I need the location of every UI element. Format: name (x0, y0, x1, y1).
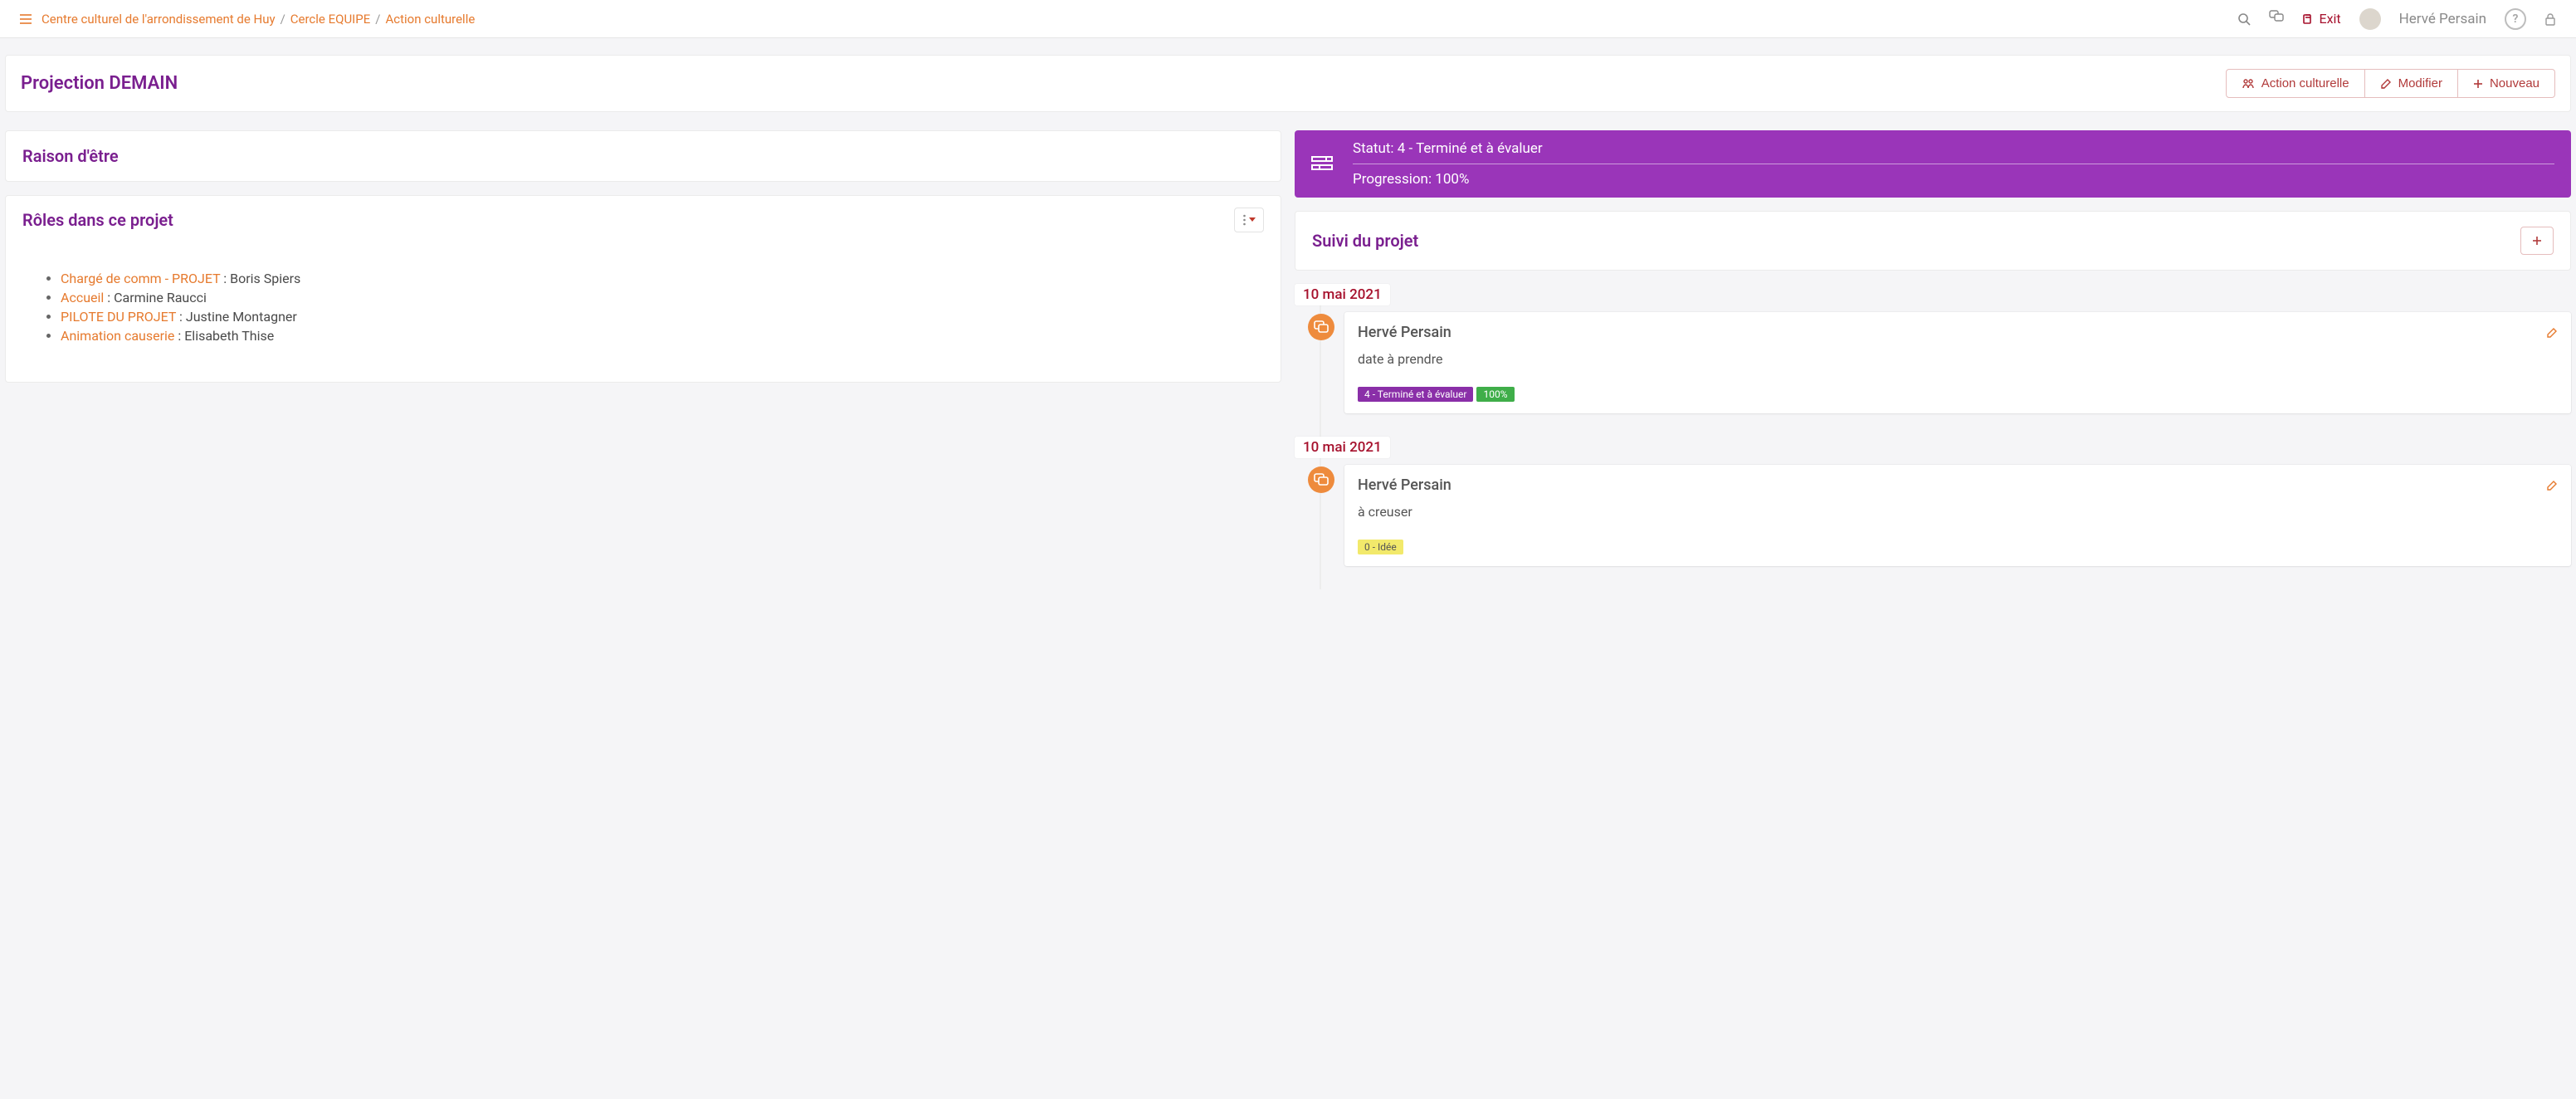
roles-card: Rôles dans ce projet Chargé de comm - PR… (5, 195, 1281, 383)
entry-body: à creuser (1358, 504, 2558, 520)
nouveau-label: Nouveau (2490, 76, 2539, 90)
status-bars-icon (1311, 155, 1333, 173)
plus-icon (2473, 79, 2483, 89)
entry-edit-button[interactable] (2546, 480, 2558, 491)
modifier-button[interactable]: Modifier (2365, 69, 2458, 98)
exit-label: Exit (2319, 11, 2340, 27)
breadcrumb-item-2[interactable]: Action culturelle (385, 12, 475, 27)
role-person: Boris Spiers (230, 271, 300, 286)
columns: Raison d'être Rôles dans ce projet Charg… (5, 130, 2571, 589)
roles-menu-button[interactable] (1234, 208, 1264, 232)
role-item: PILOTE DU PROJET : Justine Montagner (61, 309, 1264, 325)
user-name[interactable]: Hervé Persain (2399, 11, 2486, 27)
avatar[interactable] (2359, 8, 2381, 30)
role-person: Carmine Raucci (114, 290, 207, 305)
roles-title: Rôles dans ce projet (22, 210, 173, 230)
top-bar: Centre culturel de l'arrondissement de H… (0, 0, 2576, 38)
roles-list: Chargé de comm - PROJET : Boris Spiers A… (22, 271, 1264, 344)
hamburger-icon[interactable] (20, 14, 32, 24)
breadcrumb-item-1[interactable]: Cercle EQUIPE (290, 12, 370, 27)
lock-icon[interactable] (2544, 12, 2556, 26)
chevron-down-icon (1249, 217, 1256, 222)
add-entry-button[interactable] (2520, 227, 2554, 255)
breadcrumb-sep: / (281, 12, 285, 27)
right-column: Statut: 4 - Terminé et à évaluer Progres… (1295, 130, 2571, 589)
raison-title: Raison d'être (22, 146, 1264, 166)
entry-edit-button[interactable] (2546, 327, 2558, 339)
role-link[interactable]: Chargé de comm - PROJET (61, 271, 220, 286)
chat-icon[interactable] (2269, 10, 2284, 22)
entry-card: Hervé Persain à creuser 0 - Idée (1344, 465, 2571, 566)
plus-icon (2532, 236, 2542, 246)
role-person: Elisabeth Thise (184, 328, 274, 344)
action-culturelle-label: Action culturelle (2261, 76, 2349, 90)
entry-card: Hervé Persain date à prendre 4 - Terminé… (1344, 312, 2571, 413)
timeline-entry: Hervé Persain à creuser 0 - Idée (1323, 465, 2571, 566)
edit-icon (2546, 480, 2558, 491)
timeline: 10 mai 2021 Hervé Persain date à prendre (1295, 284, 2571, 589)
entry-author: Hervé Persain (1358, 324, 1451, 341)
search-icon[interactable] (2237, 12, 2251, 26)
exit-link[interactable]: Exit (2302, 11, 2340, 27)
page-actions: Action culturelle Modifier Nouveau (2226, 69, 2555, 98)
page-title: Projection DEMAIN (21, 73, 2226, 94)
vertical-dots-icon (1243, 214, 1246, 226)
topbar-right: Exit Hervé Persain ? (2237, 8, 2556, 30)
status-badge: 4 - Terminé et à évaluer (1358, 387, 1473, 402)
timeline-entry: Hervé Persain date à prendre 4 - Terminé… (1323, 312, 2571, 413)
exit-icon (2302, 13, 2314, 25)
breadcrumb-sep: / (375, 12, 380, 27)
action-culturelle-button[interactable]: Action culturelle (2226, 69, 2365, 98)
role-item: Chargé de comm - PROJET : Boris Spiers (61, 271, 1264, 286)
breadcrumb: Centre culturel de l'arrondissement de H… (41, 12, 2227, 27)
left-column: Raison d'être Rôles dans ce projet Charg… (5, 130, 1281, 383)
role-person: Justine Montagner (186, 309, 297, 325)
status-banner: Statut: 4 - Terminé et à évaluer Progres… (1295, 130, 2571, 198)
help-icon[interactable]: ? (2505, 8, 2526, 30)
timeline-date: 10 mai 2021 (1295, 437, 1390, 458)
role-link[interactable]: PILOTE DU PROJET (61, 309, 176, 325)
page: Projection DEMAIN Action culturelle Modi… (0, 38, 2576, 614)
breadcrumb-item-0[interactable]: Centre culturel de l'arrondissement de H… (41, 12, 276, 27)
progress-badge: 100% (1476, 387, 1514, 402)
entry-author: Hervé Persain (1358, 476, 1451, 494)
comment-icon (1308, 466, 1334, 493)
role-link[interactable]: Animation causerie (61, 328, 174, 344)
raison-card: Raison d'être (5, 130, 1281, 182)
timeline-date: 10 mai 2021 (1295, 284, 1390, 305)
role-item: Animation causerie : Elisabeth Thise (61, 328, 1264, 344)
role-item: Accueil : Carmine Raucci (61, 290, 1264, 305)
comment-icon (1308, 314, 1334, 340)
suivi-header: Suivi du projet (1295, 211, 2571, 271)
status-label: Statut: 4 - Terminé et à évaluer (1353, 140, 2554, 164)
entry-body: date à prendre (1358, 351, 2558, 367)
group-icon (2242, 78, 2255, 90)
progression-label: Progression: 100% (1353, 171, 2554, 188)
suivi-title: Suivi du projet (1312, 231, 1418, 251)
nouveau-button[interactable]: Nouveau (2458, 69, 2555, 98)
modifier-label: Modifier (2398, 76, 2442, 90)
edit-icon (2380, 78, 2392, 90)
status-badge: 0 - Idée (1358, 540, 1403, 554)
role-link[interactable]: Accueil (61, 290, 104, 305)
edit-icon (2546, 327, 2558, 339)
page-header: Projection DEMAIN Action culturelle Modi… (5, 55, 2571, 112)
